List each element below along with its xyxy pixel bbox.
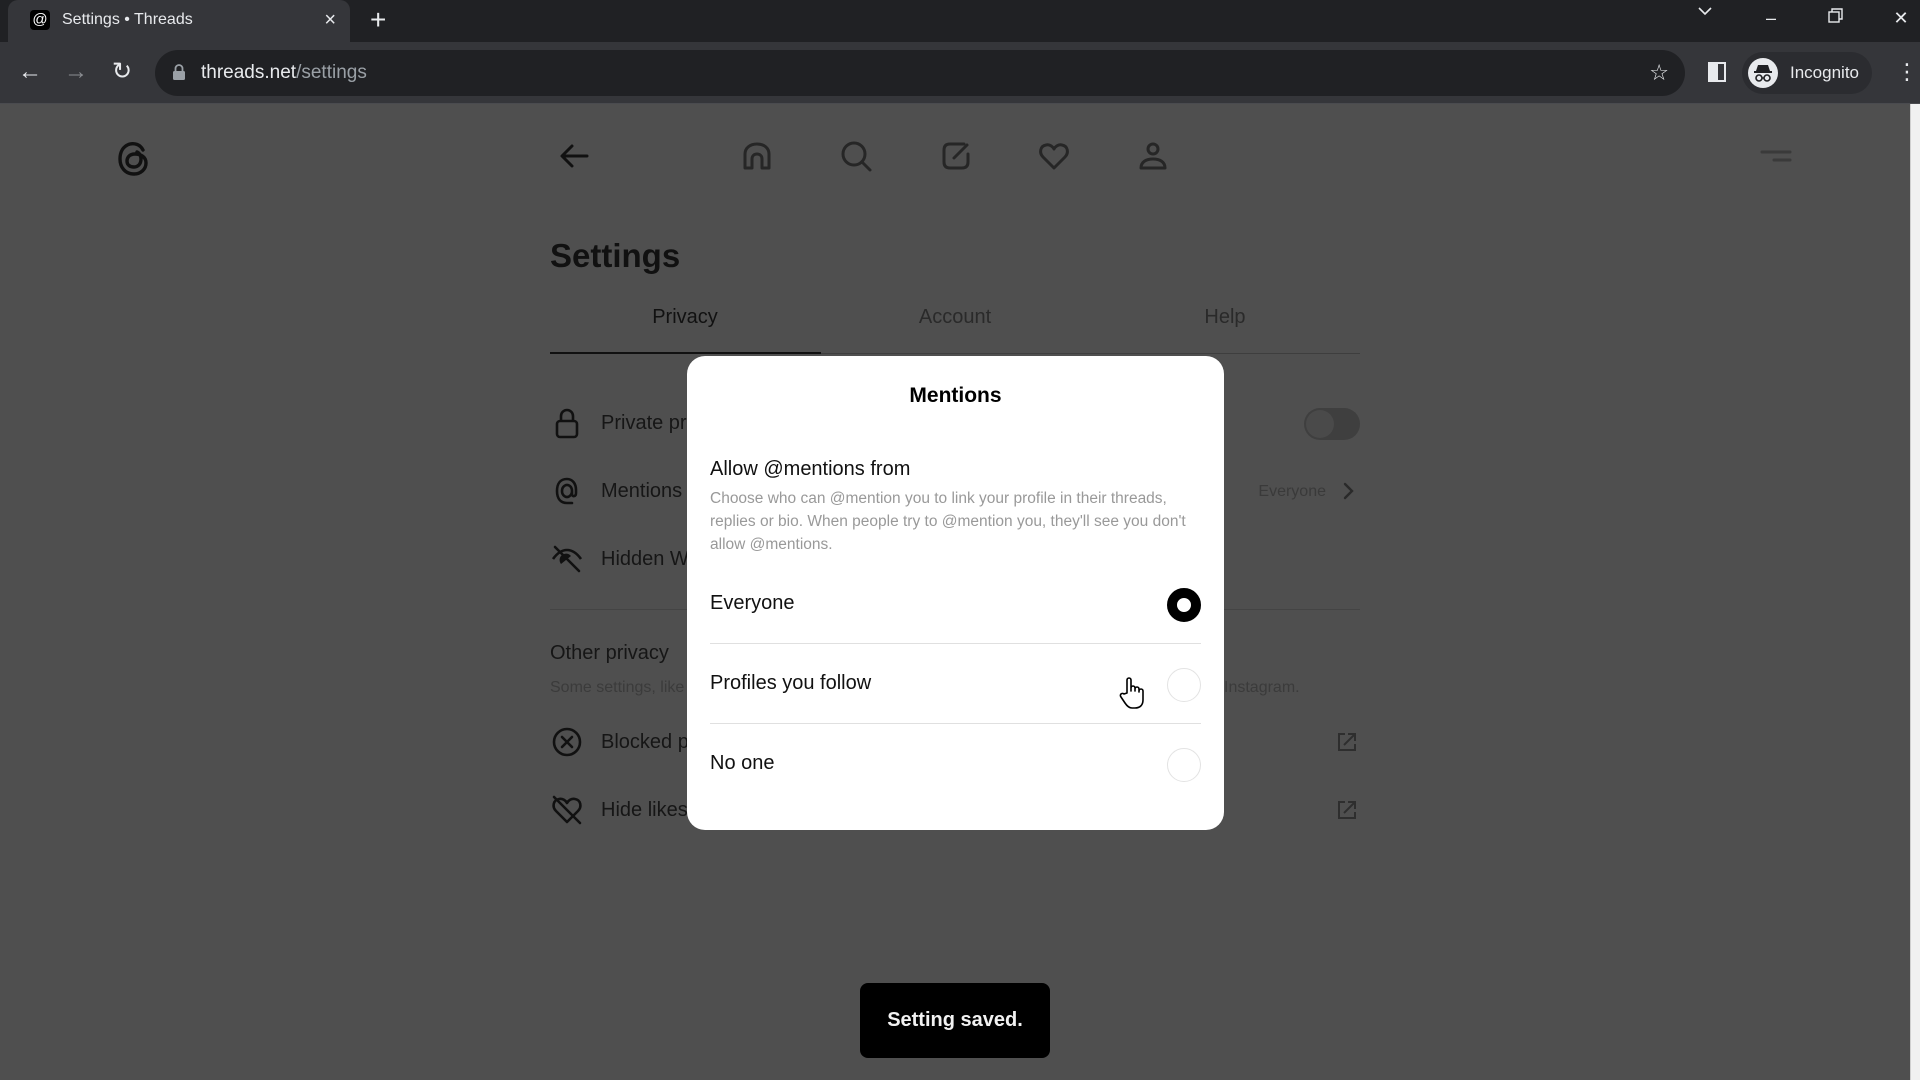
- setting-label: Blocked p: [601, 731, 689, 753]
- section-subtitle-right: Instagram.: [1224, 679, 1300, 696]
- toast-notification: Setting saved.: [860, 983, 1050, 1058]
- radio-no-one[interactable]: [1167, 748, 1201, 782]
- address-bar[interactable]: threads.net/settings ☆: [155, 50, 1685, 96]
- url-host: threads.net: [201, 62, 297, 83]
- option-no-one[interactable]: No one: [710, 724, 1201, 804]
- browser-tab-active[interactable]: @ Settings • Threads ×: [8, 0, 350, 42]
- reload-button[interactable]: ↻: [104, 54, 140, 90]
- dialog-title: Mentions: [909, 384, 1002, 407]
- profile-icon[interactable]: [1131, 134, 1175, 178]
- tab-help[interactable]: Help: [1090, 306, 1360, 329]
- option-label: Everyone: [710, 592, 795, 614]
- bookmark-star-icon[interactable]: ☆: [1649, 60, 1669, 86]
- minimize-button[interactable]: –: [1756, 6, 1786, 30]
- mentions-current-value: Everyone: [1258, 483, 1326, 500]
- home-icon[interactable]: [735, 134, 779, 178]
- new-tab-button[interactable]: +: [370, 6, 386, 34]
- radio-everyone[interactable]: [1167, 588, 1201, 622]
- tab-account[interactable]: Account: [820, 306, 1090, 329]
- lock-icon: [555, 408, 579, 439]
- incognito-label: Incognito: [1790, 63, 1859, 82]
- at-sign-icon: [555, 477, 578, 505]
- browser-toolbar: ← → ↻ threads.net/settings ☆ Incognito ⋮: [0, 42, 1920, 104]
- forward-button[interactable]: →: [58, 54, 94, 90]
- blocked-icon: [552, 727, 582, 757]
- page-scrollbar[interactable]: [1910, 104, 1920, 1080]
- setting-label: Hide likes: [601, 799, 688, 821]
- menu-icon[interactable]: [1754, 134, 1798, 178]
- url-path: /settings: [296, 62, 367, 83]
- threads-page: Settings Privacy Account Help Private pr…: [0, 104, 1910, 1080]
- setting-label: Private pr: [601, 412, 687, 434]
- section-subtitle: Some settings, like Instagram.: [550, 679, 1300, 697]
- setting-label: Hidden W: [601, 548, 689, 570]
- dialog-description: Choose who can @mention you to link your…: [710, 490, 1186, 553]
- threads-logo-icon[interactable]: [113, 138, 155, 180]
- option-profiles-you-follow[interactable]: Profiles you follow: [710, 644, 1201, 724]
- chevron-right-icon: [1343, 482, 1354, 500]
- back-button[interactable]: ←: [12, 54, 48, 90]
- search-icon[interactable]: [834, 134, 878, 178]
- browser-menu-button[interactable]: ⋮: [1896, 60, 1918, 84]
- toggle-knob: [1306, 410, 1334, 438]
- dialog-heading: Allow @mentions from: [710, 458, 911, 480]
- section-subtitle-left: Some settings, like: [550, 679, 685, 696]
- radio-profiles-you-follow[interactable]: [1167, 668, 1201, 702]
- heart-off-icon: [552, 795, 582, 825]
- restore-button[interactable]: [1821, 6, 1851, 30]
- section-title-other-privacy: Other privacy: [550, 642, 669, 664]
- eye-off-icon: [551, 545, 583, 573]
- page-title: Settings: [550, 237, 681, 274]
- option-label: No one: [710, 752, 775, 774]
- incognito-profile-button[interactable]: Incognito: [1742, 52, 1872, 94]
- browser-tab-bar: @ Settings • Threads × + – ✕: [0, 0, 1920, 42]
- side-panel-icon[interactable]: [1708, 62, 1726, 82]
- private-profile-toggle[interactable]: [1304, 408, 1360, 440]
- tab-close-button[interactable]: ×: [324, 8, 336, 32]
- active-tab-indicator: [550, 352, 821, 354]
- incognito-icon: [1748, 58, 1778, 88]
- option-label: Profiles you follow: [710, 672, 872, 694]
- threads-favicon-icon: @: [30, 10, 50, 30]
- option-everyone[interactable]: Everyone: [710, 564, 1201, 644]
- setting-label: Mentions: [601, 480, 683, 502]
- tab-title: Settings • Threads: [62, 11, 193, 28]
- back-arrow-icon[interactable]: [553, 134, 597, 178]
- external-link-icon: [1338, 733, 1356, 751]
- compose-icon[interactable]: [934, 134, 978, 178]
- chevron-down-icon: [1698, 7, 1712, 16]
- lock-icon: [173, 64, 185, 80]
- heart-icon[interactable]: [1032, 134, 1076, 178]
- external-link-icon: [1338, 801, 1356, 819]
- restore-icon: [1828, 8, 1843, 23]
- url-text: threads.net/settings: [201, 62, 367, 84]
- mentions-dialog: Mentions Allow @mentions from Choose who…: [687, 356, 1224, 830]
- close-window-button[interactable]: ✕: [1886, 6, 1916, 30]
- tab-privacy[interactable]: Privacy: [550, 306, 820, 329]
- tab-search-button[interactable]: [1690, 2, 1720, 26]
